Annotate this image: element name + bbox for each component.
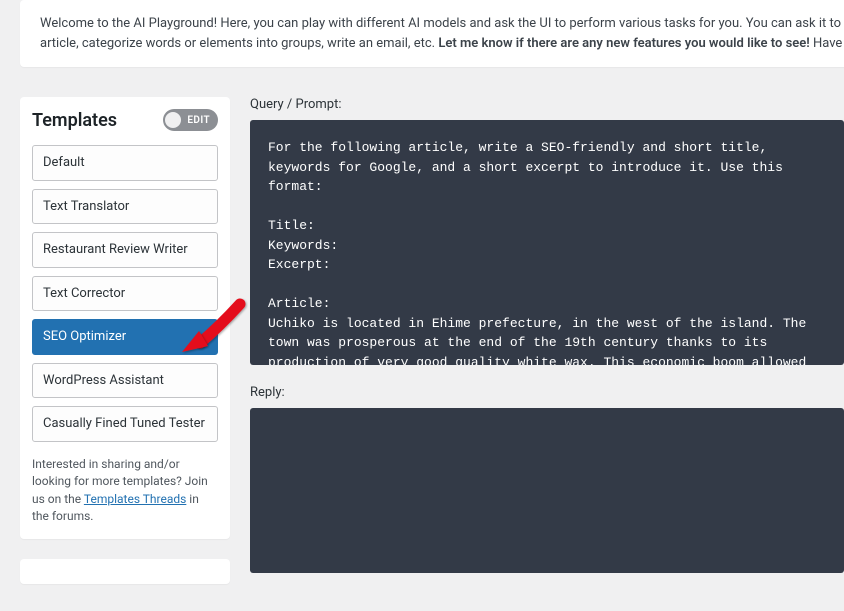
toggle-knob [165,112,181,128]
template-item-seo-optimizer[interactable]: SEO Optimizer [32,319,218,355]
next-panel-peek [20,559,230,584]
welcome-text-line2-prefix: article, categorize words or elements in… [40,36,438,51]
template-item-restaurant-review-writer[interactable]: Restaurant Review Writer [32,232,218,268]
template-item-default[interactable]: Default [32,145,218,181]
reply-label: Reply: [250,385,844,400]
templates-threads-link[interactable]: Templates Threads [84,492,186,506]
reply-output [250,408,844,573]
edit-toggle-label: EDIT [187,115,210,126]
templates-panel: Templates EDIT Default Text Translator R… [20,97,230,539]
template-item-casually-fine-tuned-tester[interactable]: Casually Fined Tuned Tester [32,406,218,442]
query-prompt-label: Query / Prompt: [250,97,844,112]
edit-toggle[interactable]: EDIT [163,109,218,131]
query-prompt-input[interactable] [250,120,844,365]
templates-title: Templates [32,110,117,131]
welcome-text-bold: Let me know if there are any new feature… [438,36,809,51]
template-item-wordpress-assistant[interactable]: WordPress Assistant [32,363,218,399]
welcome-banner: Welcome to the AI Playground! Here, you … [20,0,844,67]
templates-hint: Interested in sharing and/or looking for… [32,456,218,526]
welcome-text-part1: Welcome to the AI Playground! Here, you … [40,16,841,31]
welcome-text-line2-suffix: Have [810,36,843,51]
template-list: Default Text Translator Restaurant Revie… [32,145,218,442]
template-item-text-translator[interactable]: Text Translator [32,189,218,225]
template-item-text-corrector[interactable]: Text Corrector [32,276,218,312]
